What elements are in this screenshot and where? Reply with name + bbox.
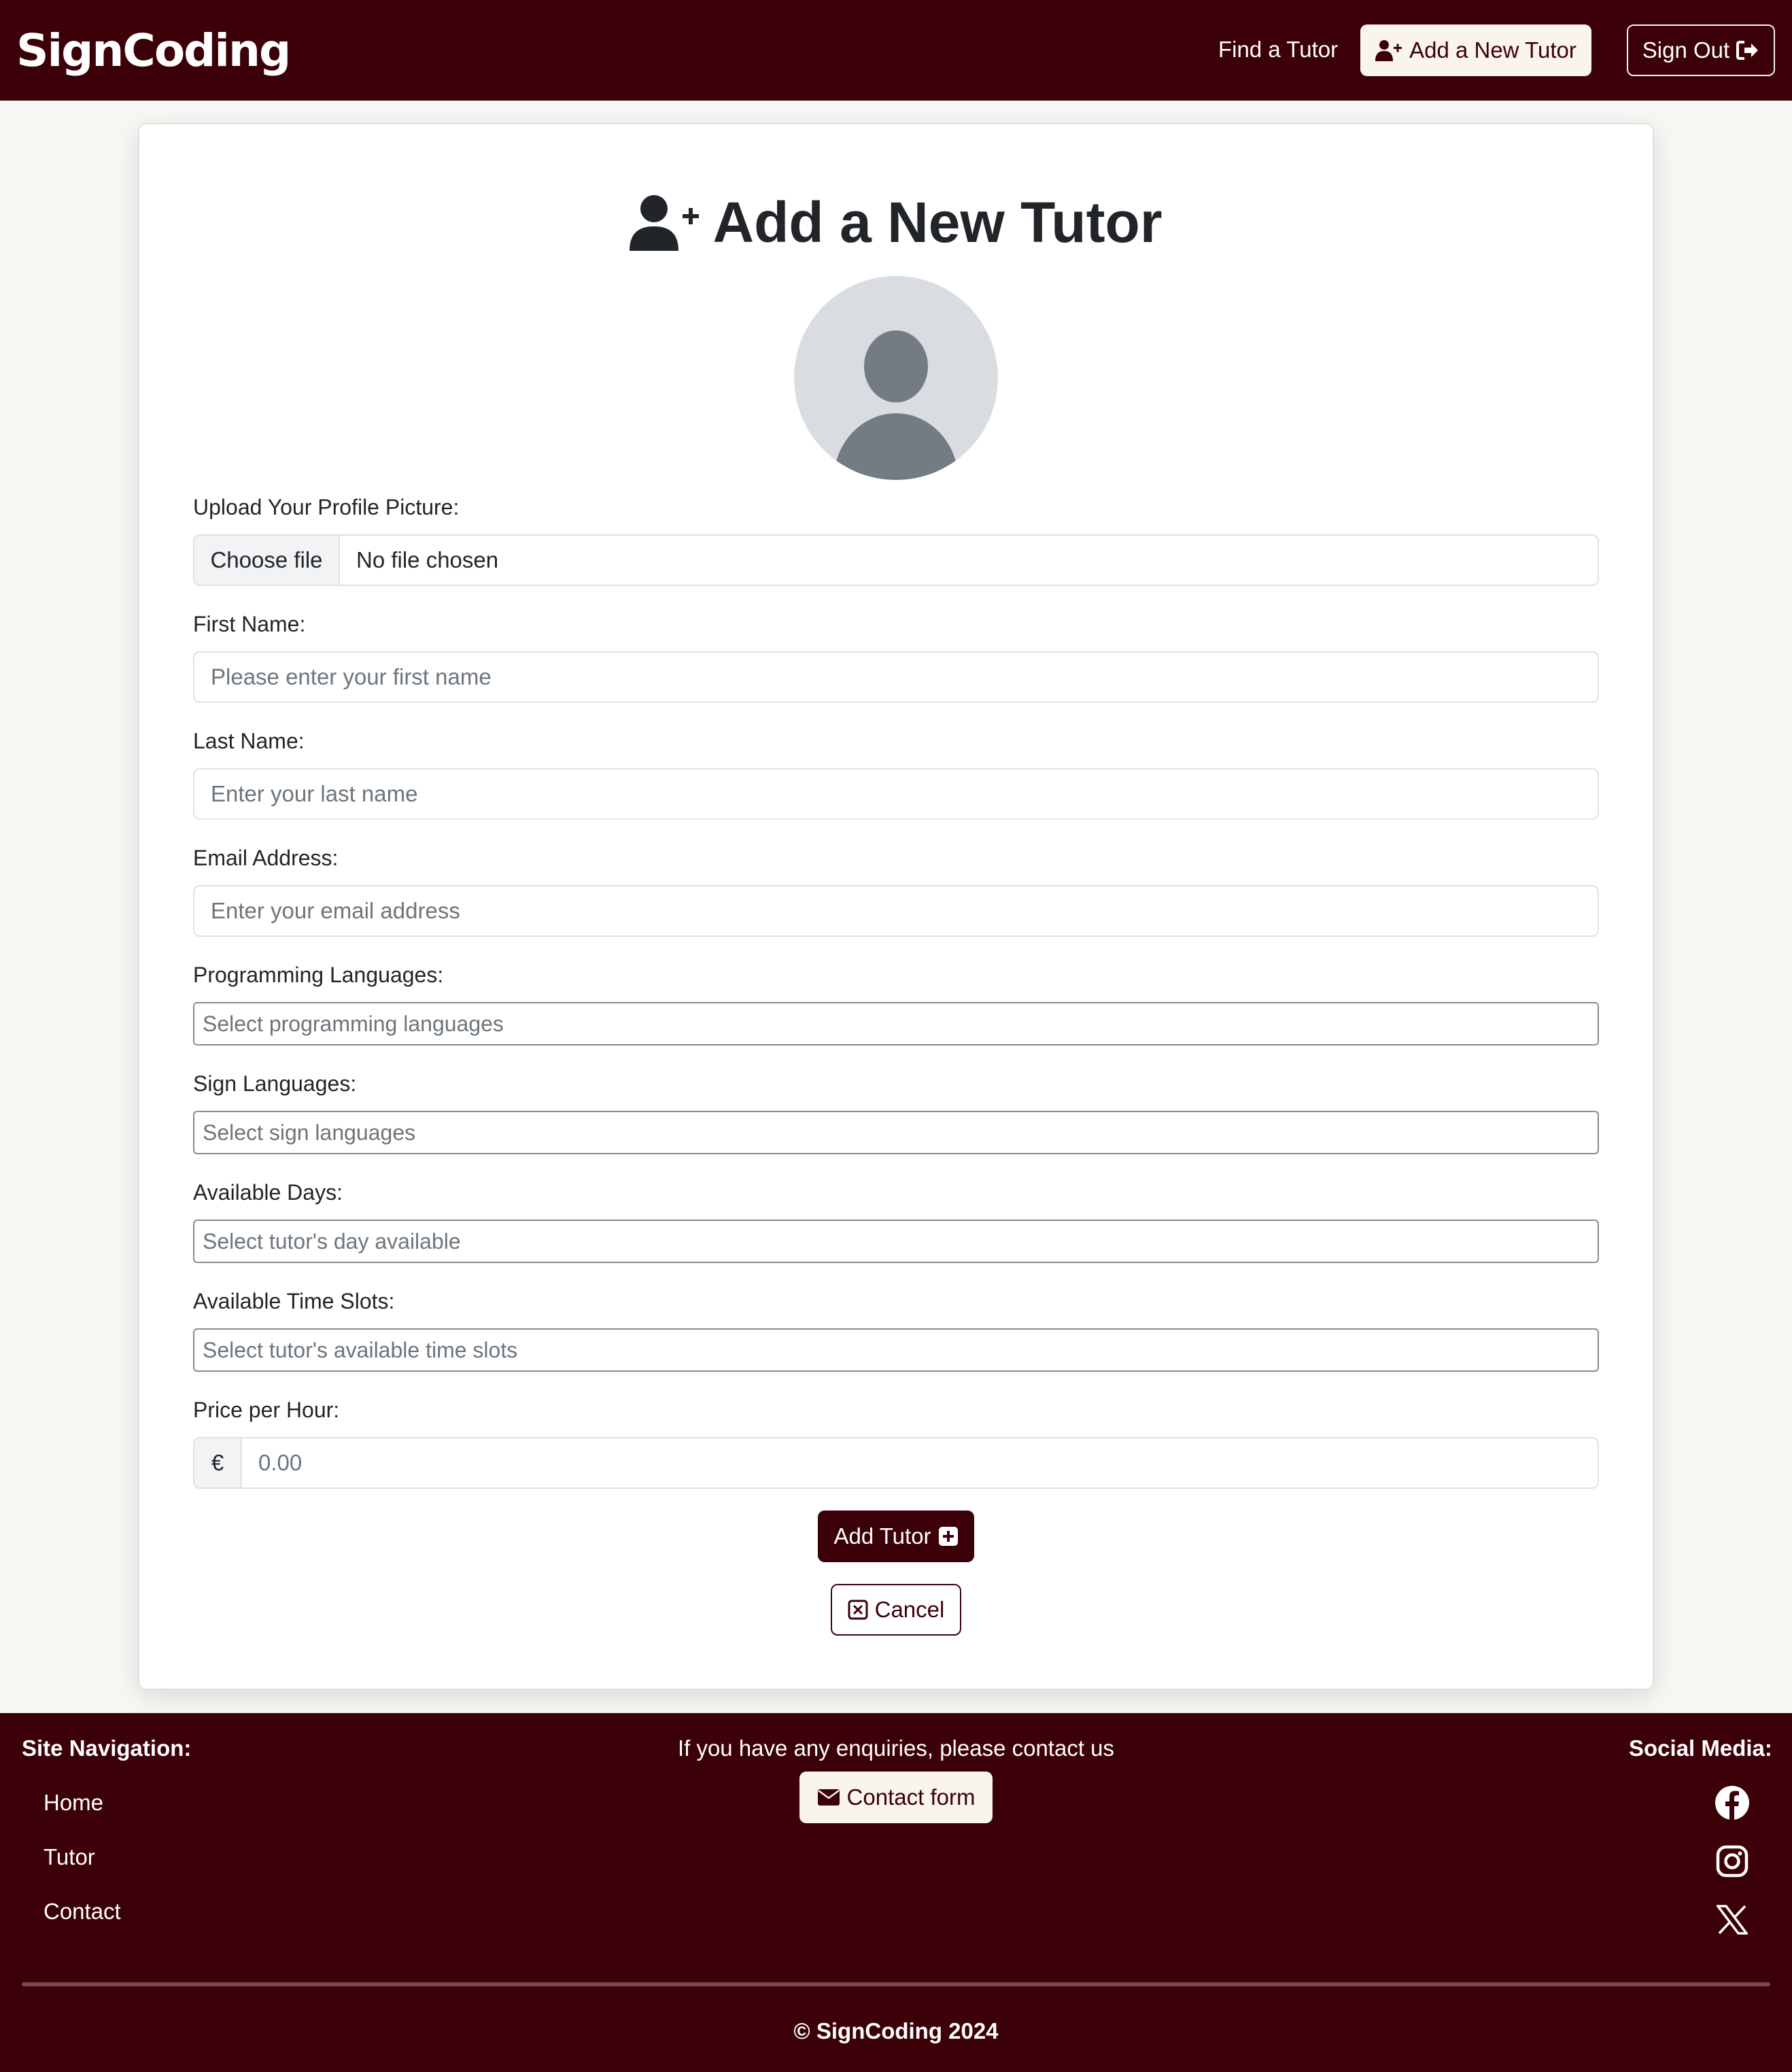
- x-square-icon: [848, 1600, 868, 1620]
- sign-out-label: Sign Out: [1642, 37, 1730, 63]
- footer-divider: [22, 1982, 1770, 1986]
- available-days-label: Available Days:: [193, 1180, 343, 1205]
- price-label: Price per Hour:: [193, 1398, 340, 1422]
- add-tutor-submit-button[interactable]: Add Tutor: [818, 1510, 974, 1562]
- cancel-label: Cancel: [874, 1597, 945, 1622]
- instagram-icon[interactable]: [1713, 1842, 1751, 1880]
- copyright-text: © SignCoding 2024: [793, 2018, 999, 2043]
- upload-label: Upload Your Profile Picture:: [193, 495, 460, 519]
- nav-add-tutor-label: Add a New Tutor: [1409, 37, 1576, 63]
- top-navbar: SignCoding Find a Tutor Add a New Tutor …: [0, 0, 1792, 101]
- first-name-label: First Name:: [193, 612, 306, 636]
- plus-square-icon: [938, 1527, 958, 1546]
- nav-find-tutor-link[interactable]: Find a Tutor: [1218, 33, 1338, 67]
- cancel-button[interactable]: Cancel: [831, 1584, 961, 1636]
- currency-symbol: €: [194, 1438, 242, 1487]
- footer-link-home[interactable]: Home: [44, 1788, 103, 1818]
- sign-out-button[interactable]: Sign Out: [1627, 24, 1775, 76]
- enquiry-text: If you have any enquiries, please contac…: [677, 1736, 1115, 1761]
- profile-picture-file-input[interactable]: Choose file No file chosen: [193, 534, 1599, 586]
- page-title: Add a New Tutor: [0, 185, 1792, 260]
- email-input[interactable]: Enter your email address: [193, 885, 1599, 937]
- price-input[interactable]: 0.00: [242, 1450, 302, 1476]
- user-plus-icon: [1375, 40, 1402, 61]
- nav-add-tutor-button[interactable]: Add a New Tutor: [1360, 24, 1591, 76]
- envelope-icon: [817, 1789, 840, 1806]
- brand-logo[interactable]: SignCoding: [16, 20, 291, 82]
- social-heading: Social Media:: [1629, 1736, 1772, 1761]
- first-name-input[interactable]: Please enter your first name: [193, 651, 1599, 703]
- time-slots-select[interactable]: Select tutor's available time slots: [193, 1328, 1599, 1372]
- last-name-label: Last Name:: [193, 729, 305, 753]
- available-days-select[interactable]: Select tutor's day available: [193, 1220, 1599, 1263]
- contact-form-button[interactable]: Contact form: [799, 1772, 993, 1823]
- x-icon[interactable]: [1713, 1901, 1751, 1939]
- site-footer: Site Navigation: Home Tutor Contact If y…: [0, 1713, 1792, 2072]
- last-name-input[interactable]: Enter your last name: [193, 768, 1599, 820]
- user-silhouette-icon: [833, 330, 959, 480]
- add-tutor-submit-label: Add Tutor: [833, 1523, 931, 1549]
- file-status-text: No file chosen: [356, 547, 499, 572]
- profile-avatar-placeholder: [794, 276, 998, 480]
- page-title-text: Add a New Tutor: [712, 190, 1162, 254]
- contact-form-label: Contact form: [846, 1784, 976, 1810]
- price-input-group: € 0.00: [193, 1437, 1599, 1489]
- sign-out-icon: [1736, 41, 1759, 60]
- sign-languages-label: Sign Languages:: [193, 1071, 357, 1096]
- footer-link-tutor[interactable]: Tutor: [44, 1842, 95, 1872]
- programming-languages-select[interactable]: Select programming languages: [193, 1002, 1599, 1046]
- email-label: Email Address:: [193, 846, 339, 870]
- footer-link-contact[interactable]: Contact: [44, 1897, 121, 1927]
- choose-file-button[interactable]: Choose file: [194, 536, 340, 585]
- programming-languages-label: Programming Languages:: [193, 963, 444, 987]
- time-slots-label: Available Time Slots:: [193, 1289, 395, 1313]
- sign-languages-select[interactable]: Select sign languages: [193, 1111, 1599, 1154]
- facebook-icon[interactable]: [1713, 1784, 1751, 1822]
- user-plus-icon: [630, 195, 700, 251]
